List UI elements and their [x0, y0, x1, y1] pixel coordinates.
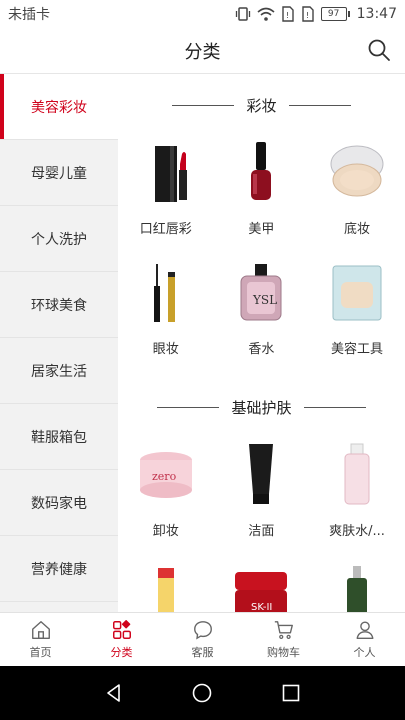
tab-label: 个人	[353, 646, 376, 659]
sim-no-signal-icon: !	[301, 6, 314, 22]
subcategory-label: 美甲	[248, 222, 275, 237]
cushion-compact-icon	[325, 140, 389, 204]
sidebar-item-label: 居家生活	[31, 363, 87, 380]
tab-label: 分类	[110, 646, 133, 659]
tab-label: 购物车	[267, 646, 300, 659]
tab-label: 客服	[191, 646, 214, 659]
svg-text:!: !	[306, 11, 309, 20]
home-circle-icon[interactable]	[191, 682, 213, 704]
subcategory-grid: zero 卸妆 洁面 爽肤水/... SK-II	[118, 438, 405, 612]
subcategory-lipstick[interactable]: 口红唇彩	[118, 136, 214, 256]
sidebar-item-label: 环球美食	[31, 297, 87, 314]
sidebar-item-digital-appliances[interactable]: 数码家电	[0, 470, 118, 536]
subcategory-foundation[interactable]: 底妆	[309, 136, 405, 256]
sidebar-item-label: 母婴儿童	[31, 165, 87, 182]
svg-text:!: !	[286, 11, 289, 20]
subcategory-perfume[interactable]: YSL 香水	[214, 256, 310, 376]
divider	[303, 406, 366, 408]
category-content: 彩妆 口红唇彩 美甲 底妆 眼妆 YSL 香水 美容工具 基础护肤 zero 卸…	[118, 74, 405, 612]
tab-category[interactable]: 分类	[81, 613, 162, 666]
subcategory-label: 卸妆	[152, 524, 179, 539]
essence-bottle-icon	[325, 562, 389, 612]
cleansing-balm-icon: zero	[134, 442, 198, 506]
home-icon	[31, 621, 50, 639]
profile-icon	[356, 621, 373, 639]
divider	[172, 104, 235, 106]
status-bar: 未插卡 ! ! 97 13:47	[0, 0, 405, 28]
subcategory-label: 美容工具	[330, 342, 383, 357]
app-header: 分类	[0, 28, 405, 74]
sidebar-item-label: 美容彩妆	[31, 99, 87, 116]
page-title: 分类	[184, 42, 221, 63]
sidebar-item-label: 鞋服箱包	[31, 429, 87, 446]
makeup-sponge-icon	[325, 260, 389, 324]
bottom-tab-bar: 首页 分类 客服 购物车 个人	[0, 612, 405, 666]
subcategory-item[interactable]	[118, 558, 214, 612]
subcategory-grid: 口红唇彩 美甲 底妆 眼妆 YSL 香水 美容工具	[118, 136, 405, 376]
sidebar-item-label: 营养健康	[31, 561, 87, 578]
search-icon[interactable]	[367, 38, 391, 62]
vibrate-icon	[235, 7, 250, 21]
subcategory-nail[interactable]: 美甲	[214, 136, 310, 256]
subcategory-eye-makeup[interactable]: 眼妆	[118, 256, 214, 376]
subcategory-beauty-tools[interactable]: 美容工具	[309, 256, 405, 376]
sidebar-item-global-food[interactable]: 环球美食	[0, 272, 118, 338]
subcategory-cleanser[interactable]: 洁面	[214, 438, 310, 558]
battery-indicator: 97	[320, 7, 350, 21]
cart-icon	[274, 621, 293, 639]
subcategory-label: 底妆	[343, 222, 370, 237]
subcategory-label: 眼妆	[152, 342, 179, 357]
category-sidebar: 美容彩妆 母婴儿童 个人洗护 环球美食 居家生活 鞋服箱包 数码家电 营养健康	[0, 74, 118, 612]
section-header-skincare: 基础护肤	[118, 376, 405, 438]
svg-text:SK-II: SK-II	[251, 602, 272, 612]
sidebar-item-beauty-makeup[interactable]: 美容彩妆	[0, 74, 118, 140]
system-navigation-bar	[0, 666, 405, 720]
sim-no-signal-icon: !	[281, 6, 294, 22]
chat-icon	[193, 621, 212, 640]
tab-cart[interactable]: 购物车	[243, 613, 324, 666]
wifi-icon	[257, 7, 275, 21]
subcategory-label: 爽肤水/...	[329, 524, 385, 539]
section-title: 彩妆	[246, 96, 277, 115]
tab-profile[interactable]: 个人	[324, 613, 405, 666]
nail-polish-icon	[229, 140, 293, 204]
back-icon[interactable]	[103, 682, 125, 704]
sidebar-item-home-living[interactable]: 居家生活	[0, 338, 118, 404]
divider	[157, 406, 220, 408]
subcategory-item[interactable]	[309, 558, 405, 612]
category-icon	[112, 620, 131, 639]
recents-icon[interactable]	[280, 682, 302, 704]
sidebar-item-personal-care[interactable]: 个人洗护	[0, 206, 118, 272]
toner-icon	[325, 442, 389, 506]
tab-label: 首页	[29, 646, 52, 659]
sidebar-item-nutrition-health[interactable]: 营养健康	[0, 536, 118, 602]
eyeliner-icon	[134, 260, 198, 324]
svg-text:YSL: YSL	[252, 293, 277, 307]
divider	[288, 104, 351, 106]
sidebar-item-shoes-bags[interactable]: 鞋服箱包	[0, 404, 118, 470]
serum-bottle-icon	[134, 562, 198, 612]
tab-customer-service[interactable]: 客服	[162, 613, 243, 666]
perfume-icon: YSL	[229, 260, 293, 324]
subcategory-item[interactable]: SK-II	[214, 558, 310, 612]
sidebar-item-mother-baby[interactable]: 母婴儿童	[0, 140, 118, 206]
tab-home[interactable]: 首页	[0, 613, 81, 666]
facial-cleanser-icon	[229, 442, 293, 506]
status-icons: ! ! 97 13:47	[235, 6, 397, 22]
subcategory-label: 口红唇彩	[139, 222, 192, 237]
section-header-makeup: 彩妆	[118, 74, 405, 136]
carrier-label: 未插卡	[8, 7, 50, 23]
subcategory-toner[interactable]: 爽肤水/...	[309, 438, 405, 558]
lipstick-icon	[134, 140, 198, 204]
sidebar-item-label: 数码家电	[31, 495, 87, 512]
subcategory-label: 香水	[248, 342, 275, 357]
clock: 13:47	[356, 6, 397, 22]
subcategory-makeup-remover[interactable]: zero 卸妆	[118, 438, 214, 558]
section-title: 基础护肤	[231, 398, 292, 417]
svg-text:zero: zero	[152, 470, 177, 483]
subcategory-label: 洁面	[248, 524, 275, 539]
sidebar-item-label: 个人洗护	[31, 231, 87, 248]
cream-jar-icon: SK-II	[229, 562, 293, 612]
